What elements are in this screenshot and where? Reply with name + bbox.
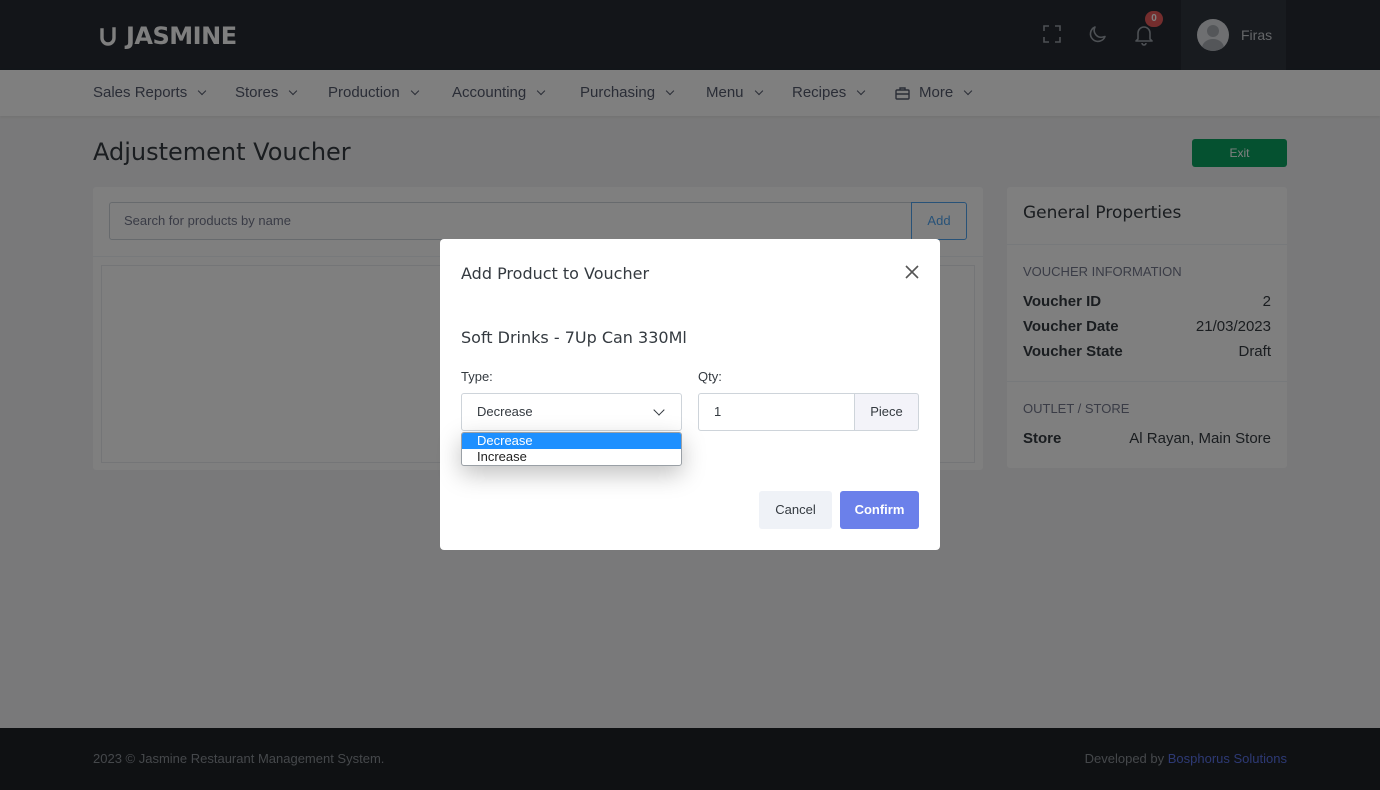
modal-title: Add Product to Voucher bbox=[461, 264, 650, 283]
close-icon[interactable] bbox=[904, 264, 920, 280]
type-select[interactable]: Decrease bbox=[461, 393, 682, 431]
confirm-button[interactable]: Confirm bbox=[840, 491, 919, 529]
type-option-decrease[interactable]: Decrease bbox=[462, 433, 681, 449]
add-product-modal: Add Product to Voucher Soft Drinks - 7Up… bbox=[440, 239, 940, 550]
cancel-button[interactable]: Cancel bbox=[759, 491, 832, 529]
qty-input[interactable]: 1 bbox=[698, 393, 855, 431]
qty-label: Qty: bbox=[698, 369, 722, 384]
type-dropdown-list: Decrease Increase bbox=[461, 432, 682, 466]
type-select-value: Decrease bbox=[477, 404, 533, 419]
qty-unit-addon: Piece bbox=[854, 393, 919, 431]
type-label: Type: bbox=[461, 369, 493, 384]
type-option-increase[interactable]: Increase bbox=[462, 449, 681, 465]
product-name: Soft Drinks - 7Up Can 330Ml bbox=[461, 328, 687, 347]
chevron-down-icon bbox=[653, 404, 665, 416]
